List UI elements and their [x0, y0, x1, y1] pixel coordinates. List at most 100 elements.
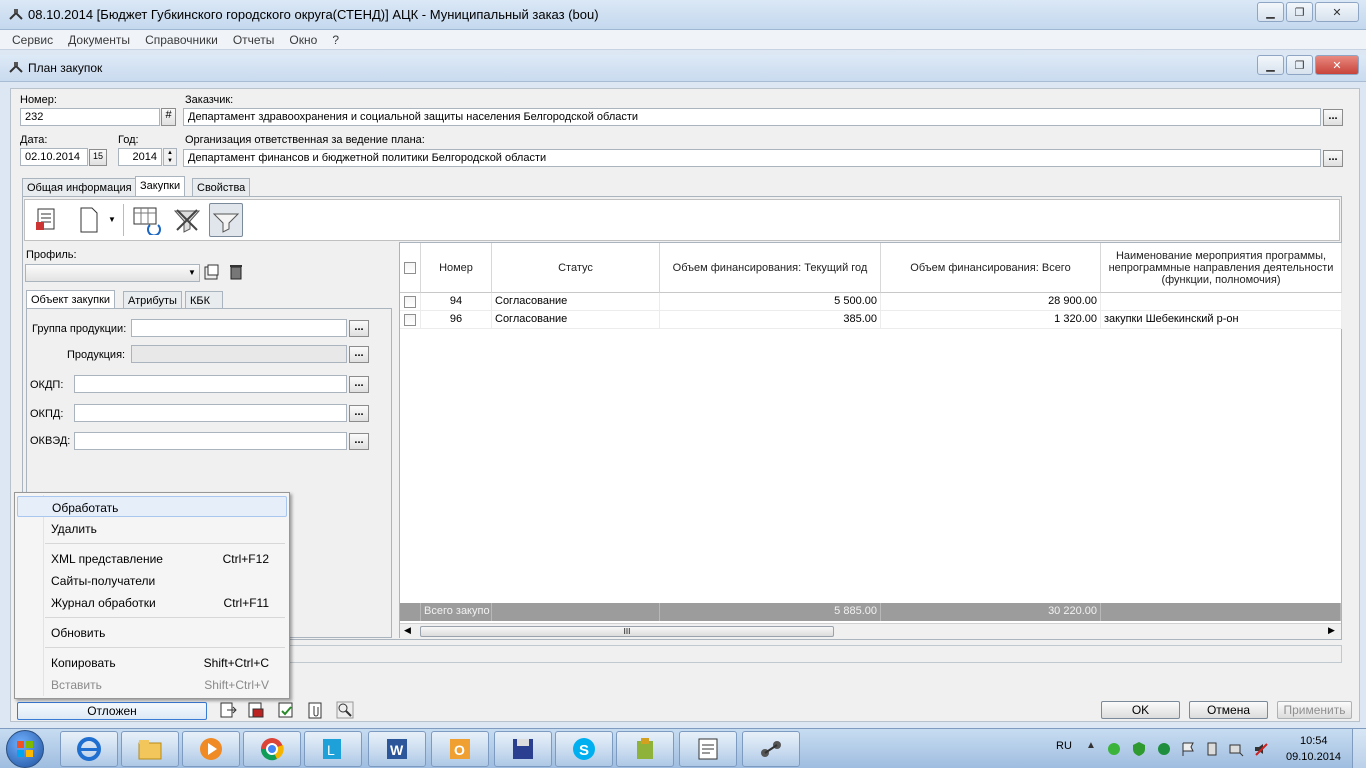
product-field[interactable]	[131, 345, 347, 363]
new-doc-tool-button[interactable]	[72, 203, 106, 237]
year-spinner[interactable]: ▲ ▼	[163, 148, 177, 166]
column-header-total[interactable]: Объем финансирования: Всего	[881, 243, 1101, 293]
refresh-table-tool-button[interactable]	[130, 203, 164, 237]
profile-select[interactable]	[25, 264, 200, 282]
menu-reports[interactable]: Отчеты	[233, 33, 274, 47]
paperclip-icon[interactable]	[306, 701, 324, 719]
menu-item-delete[interactable]: Удалить	[17, 518, 287, 539]
org-field[interactable]: Департамент финансов и бюджетной политик…	[183, 149, 1321, 167]
table-cell-program[interactable]	[1101, 293, 1342, 311]
taskbar-media[interactable]	[182, 731, 240, 767]
subtab-object[interactable]: Объект закупки	[26, 290, 116, 309]
calendar-button[interactable]: 15	[89, 149, 107, 166]
close-button[interactable]: ✕	[1315, 2, 1359, 22]
taskbar-chrome[interactable]	[243, 731, 301, 767]
customer-field[interactable]: Департамент здравоохранения и социальной…	[183, 108, 1321, 126]
tray-expand-icon[interactable]: ▲	[1086, 740, 1096, 751]
scroll-left-icon[interactable]: ◀	[404, 625, 411, 636]
maximize-button[interactable]: ❐	[1286, 2, 1313, 22]
tray-flag-icon[interactable]	[1180, 741, 1196, 757]
filter-tool-button[interactable]	[209, 203, 243, 237]
column-header-current-year[interactable]: Объем финансирования: Текущий год	[660, 243, 881, 293]
profile-dropdown-icon[interactable]: ▼	[188, 268, 196, 277]
number-field[interactable]: 232	[20, 108, 160, 126]
clock-time[interactable]: 10:54	[1300, 735, 1328, 747]
table-cell-number[interactable]: 94	[421, 293, 492, 311]
product-group-field[interactable]	[131, 319, 347, 337]
cancel-button[interactable]: Отмена	[1189, 701, 1268, 719]
year-field[interactable]: 2014	[118, 148, 162, 166]
tray-shield-icon[interactable]	[1131, 741, 1147, 757]
org-select-button[interactable]: ...	[1323, 150, 1343, 167]
ok-button[interactable]: OK	[1101, 701, 1180, 719]
tray-app1-icon[interactable]	[1106, 741, 1122, 757]
show-desktop-button[interactable]	[1352, 729, 1366, 768]
taskbar-outlook[interactable]: O	[431, 731, 489, 767]
clear-filter-tool-button[interactable]	[170, 203, 204, 237]
subtab-kbk[interactable]: КБК	[185, 291, 223, 309]
okved-field[interactable]	[74, 432, 347, 450]
apply-button[interactable]: Применить	[1277, 701, 1352, 719]
customer-select-button[interactable]: ...	[1323, 109, 1343, 126]
taskbar-ie[interactable]	[60, 731, 118, 767]
doc-minimize-button[interactable]: ▁	[1257, 55, 1284, 75]
column-header-program[interactable]: Наименование мероприятия программы, непр…	[1101, 243, 1342, 293]
table-cell-total[interactable]: 28 900.00	[881, 293, 1101, 311]
tray-device-icon[interactable]	[1204, 741, 1220, 757]
start-button[interactable]	[6, 730, 44, 768]
tray-sync-icon[interactable]	[1156, 741, 1172, 757]
okpd-select-button[interactable]: ...	[349, 405, 369, 422]
horizontal-scrollbar[interactable]: ◀ III ▶	[400, 623, 1341, 638]
taskbar-notepad[interactable]	[679, 731, 737, 767]
taskbar-lync[interactable]: L	[304, 731, 362, 767]
tray-network-icon[interactable]	[1228, 741, 1244, 757]
column-header-number[interactable]: Номер	[421, 243, 492, 293]
language-indicator[interactable]: RU	[1056, 740, 1072, 752]
okdp-select-button[interactable]: ...	[349, 376, 369, 393]
okved-select-button[interactable]: ...	[349, 433, 369, 450]
table-cell-current[interactable]: 5 500.00	[660, 293, 881, 311]
row-checkbox[interactable]	[404, 314, 416, 326]
table-cell-total[interactable]: 1 320.00	[881, 311, 1101, 329]
taskbar-skype[interactable]: S	[555, 731, 613, 767]
attach-doc-icon[interactable]	[277, 701, 295, 719]
clock-date[interactable]: 09.10.2014	[1286, 751, 1341, 763]
number-generate-button[interactable]: #	[161, 108, 176, 126]
print-icon[interactable]	[247, 701, 265, 719]
save-profile-icon[interactable]	[203, 263, 221, 281]
date-field[interactable]: 02.10.2014	[20, 148, 88, 166]
tray-volume-icon[interactable]	[1253, 741, 1269, 757]
table-cell-number[interactable]: 96	[421, 311, 492, 329]
menu-window[interactable]: Окно	[289, 33, 317, 47]
okdp-field[interactable]	[74, 375, 347, 393]
tab-general[interactable]: Общая информация	[22, 178, 137, 196]
doc-maximize-button[interactable]: ❐	[1286, 55, 1313, 75]
documents-tool-button[interactable]	[30, 203, 64, 237]
delete-profile-icon[interactable]	[227, 262, 245, 280]
menu-item-process[interactable]: Обработать	[17, 496, 287, 517]
scroll-right-icon[interactable]: ▶	[1328, 625, 1335, 636]
menu-item-xml[interactable]: XML представление Ctrl+F12	[17, 548, 287, 569]
tab-purchases[interactable]: Закупки	[135, 176, 186, 196]
menu-item-recipient-sites[interactable]: Сайты-получатели	[17, 570, 287, 591]
menu-directories[interactable]: Справочники	[145, 33, 218, 47]
table-cell-status[interactable]: Согласование	[492, 293, 660, 311]
status-button[interactable]: Отложен	[17, 702, 207, 720]
new-doc-dropdown-icon[interactable]: ▼	[108, 215, 116, 224]
okpd-field[interactable]	[74, 404, 347, 422]
row-checkbox[interactable]	[404, 296, 416, 308]
menu-service[interactable]: Сервис	[12, 33, 53, 47]
menu-documents[interactable]: Документы	[68, 33, 130, 47]
tab-properties[interactable]: Свойства	[192, 178, 251, 196]
doc-close-button[interactable]: ✕	[1315, 55, 1359, 75]
search-icon[interactable]	[336, 701, 354, 719]
column-header-status[interactable]: Статус	[492, 243, 660, 293]
menu-item-paste[interactable]: Вставить Shift+Ctrl+V	[17, 674, 287, 695]
minimize-button[interactable]: ▁	[1257, 2, 1284, 22]
taskbar-explorer[interactable]	[121, 731, 179, 767]
menu-help[interactable]: ?	[332, 33, 339, 47]
table-cell-current[interactable]: 385.00	[660, 311, 881, 329]
menu-item-copy[interactable]: Копировать Shift+Ctrl+C	[17, 652, 287, 673]
product-group-select-button[interactable]: ...	[349, 320, 369, 337]
menu-item-processing-log[interactable]: Журнал обработки Ctrl+F11	[17, 592, 287, 613]
